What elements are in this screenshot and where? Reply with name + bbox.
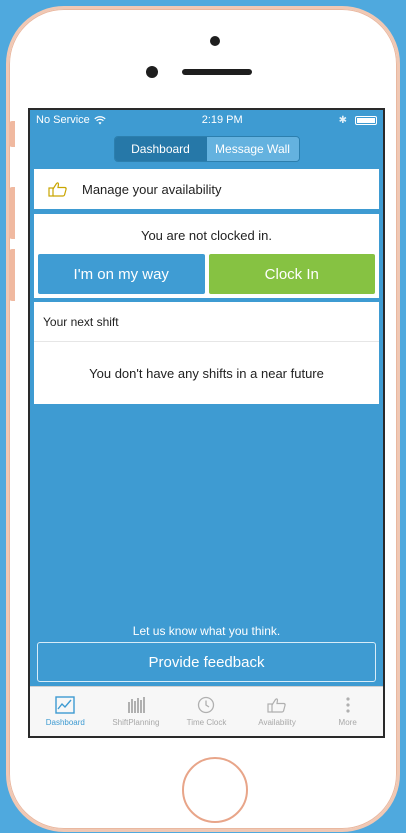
provide-feedback-button[interactable]: Provide feedback (37, 642, 376, 682)
tabbar-timeclock[interactable]: Time Clock (171, 687, 242, 736)
clock-in-button[interactable]: Clock In (208, 254, 375, 294)
volume-down-button (9, 249, 15, 301)
tabbar-shiftplanning[interactable]: ShiftPlanning (101, 687, 172, 736)
manage-availability-label: Manage your availability (82, 181, 222, 197)
more-dots-icon (346, 697, 350, 713)
proximity-sensor (210, 36, 220, 46)
bluetooth-icon: ✱ (338, 114, 347, 126)
earpiece-speaker (182, 69, 252, 75)
tabbar-more[interactable]: More (312, 687, 383, 736)
next-shift-title: Your next shift (34, 302, 379, 342)
carrier-label: No Service (36, 114, 90, 126)
status-bar: No Service 2:19 PM ✱ (30, 110, 383, 130)
feedback-prompt: Let us know what you think. (132, 624, 281, 638)
tabbar-dashboard-label: Dashboard (45, 718, 85, 727)
manage-availability-row[interactable]: Manage your availability (34, 169, 379, 209)
tabbar-shiftplanning-label: ShiftPlanning (112, 718, 160, 727)
no-shifts-message: You don't have any shifts in a near futu… (89, 366, 324, 381)
tab-dashboard[interactable]: Dashboard (114, 137, 207, 161)
tabbar-timeclock-label: Time Clock (186, 718, 227, 727)
bottom-tab-bar: Dashboard ShiftPlanning Time Clock Avail… (30, 686, 383, 736)
tabbar-more-label: More (338, 718, 357, 727)
next-shift-card: Your next shift You don't have any shift… (34, 302, 379, 404)
on-my-way-button[interactable]: I'm on my way (38, 254, 205, 294)
clock-card: You are not clocked in. I'm on my way Cl… (34, 214, 379, 298)
dashboard-chart-icon (55, 696, 75, 714)
mute-switch (9, 121, 15, 147)
tab-message-wall[interactable]: Message Wall (206, 137, 299, 161)
front-camera (146, 66, 158, 78)
clock-status-text: You are not clocked in. (140, 228, 273, 243)
volume-up-button (9, 187, 15, 239)
battery-icon (355, 115, 377, 125)
tabbar-availability-label: Availability (258, 718, 296, 727)
thumbs-up-icon (48, 182, 67, 197)
wifi-icon (94, 115, 106, 124)
thumbs-up-icon (267, 698, 286, 713)
app-screen: No Service 2:19 PM ✱ Dashboard Message W… (28, 108, 385, 738)
clock-icon (198, 696, 215, 714)
status-time: 2:19 PM (201, 114, 243, 126)
tabbar-dashboard[interactable]: Dashboard (30, 687, 101, 736)
home-button[interactable] (182, 757, 248, 823)
tabbar-availability[interactable]: Availability (242, 687, 313, 736)
shift-planning-icon (127, 697, 145, 713)
view-segmented-control: Dashboard Message Wall (113, 136, 300, 162)
